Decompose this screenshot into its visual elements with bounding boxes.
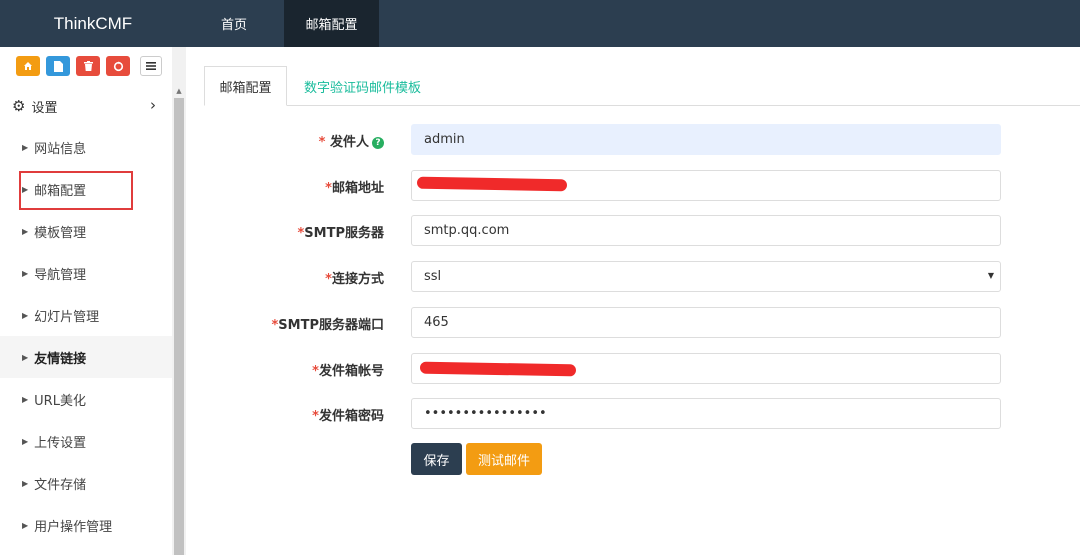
connection-label: *连接方式 xyxy=(325,272,384,287)
chevron-right-icon: › xyxy=(150,96,156,114)
home-icon[interactable] xyxy=(16,56,40,76)
sidebar-item-slides[interactable]: ▶ 幻灯片管理 xyxy=(0,294,172,336)
sidebar-item-upload[interactable]: ▶ 上传设置 xyxy=(0,420,172,462)
highlight-annotation xyxy=(19,171,133,210)
smtp-port-label: *SMTP服务器端口 xyxy=(271,318,384,333)
scroll-up-arrow-icon[interactable]: ▲ xyxy=(174,86,184,96)
tab-email-config[interactable]: 邮箱配置 xyxy=(204,66,287,106)
smtp-port-input[interactable]: 465 xyxy=(411,307,1001,338)
password-input[interactable]: •••••••••••••••• xyxy=(411,398,1001,429)
test-email-button[interactable]: 测试邮件 xyxy=(466,443,542,475)
email-address-label: *邮箱地址 xyxy=(325,181,384,196)
sidebar-item-navigation[interactable]: ▶ 导航管理 xyxy=(0,252,172,294)
sidebar-item-user-actions[interactable]: ▶ 用户操作管理 xyxy=(0,504,172,546)
sender-input[interactable]: admin xyxy=(411,124,1001,155)
sidebar-scrollbar-thumb[interactable] xyxy=(174,98,184,555)
sidebar-section-settings[interactable]: ⚙ 设置 › xyxy=(0,86,172,126)
smtp-server-label: *SMTP服务器 xyxy=(297,226,384,241)
top-navbar: ThinkCMF 首页 邮箱配置 xyxy=(0,0,1080,47)
sidebar-item-storage[interactable]: ▶ 文件存储 xyxy=(0,462,172,504)
sidebar-item-label: 幻灯片管理 xyxy=(34,309,100,325)
tab-bar: 邮箱配置 数字验证码邮件模板 xyxy=(204,66,1080,106)
sidebar-item-label: 上传设置 xyxy=(34,435,87,451)
caret-right-icon: ▶ xyxy=(22,478,29,488)
nav-email-config[interactable]: 邮箱配置 xyxy=(284,0,379,47)
sidebar-item-site-info[interactable]: ▶ 网站信息 xyxy=(0,126,172,168)
sidebar-item-label: 文件存储 xyxy=(34,477,87,493)
recycle-icon[interactable] xyxy=(106,56,130,76)
caret-right-icon: ▶ xyxy=(22,352,29,362)
smtp-server-input[interactable]: smtp.qq.com xyxy=(411,215,1001,246)
nav-home[interactable]: 首页 xyxy=(208,0,260,47)
sidebar-item-label: 友情链接 xyxy=(34,351,87,367)
save-button[interactable]: 保存 xyxy=(411,443,462,475)
sidebar-item-label: 导航管理 xyxy=(34,267,87,283)
sidebar-item-label: 网站信息 xyxy=(34,141,87,157)
dropdown-caret-icon: ▼ xyxy=(987,271,994,280)
sidebar-item-url[interactable]: ▶ URL美化 xyxy=(0,378,172,420)
list-icon[interactable] xyxy=(140,56,162,76)
sender-label: * 发件人? xyxy=(319,131,384,150)
connection-select[interactable]: ssl ▼ xyxy=(411,261,1001,292)
sidebar-item-template[interactable]: ▶ 模板管理 xyxy=(0,210,172,252)
tab-code-template[interactable]: 数字验证码邮件模板 xyxy=(304,66,421,106)
trash-icon[interactable] xyxy=(76,56,100,76)
file-icon[interactable] xyxy=(46,56,70,76)
password-label: *发件箱密码 xyxy=(312,409,384,424)
account-label: *发件箱帐号 xyxy=(312,364,384,379)
sidebar-item-label: 用户操作管理 xyxy=(34,519,113,535)
caret-right-icon: ▶ xyxy=(22,394,29,404)
caret-right-icon: ▶ xyxy=(22,310,29,320)
shortcut-toolbar xyxy=(16,56,162,78)
gears-icon: ⚙ xyxy=(12,97,26,115)
caret-right-icon: ▶ xyxy=(22,268,29,278)
brand-logo[interactable]: ThinkCMF xyxy=(0,0,186,47)
caret-right-icon: ▶ xyxy=(22,142,29,152)
help-icon[interactable]: ? xyxy=(372,137,384,149)
sidebar-item-links[interactable]: ▶ 友情链接 xyxy=(0,336,172,378)
caret-right-icon: ▶ xyxy=(22,436,29,446)
sidebar-item-label: 模板管理 xyxy=(34,225,87,241)
sidebar-item-label: URL美化 xyxy=(34,393,86,409)
caret-right-icon: ▶ xyxy=(22,226,29,236)
caret-right-icon: ▶ xyxy=(22,520,29,530)
sidebar-section-label: 设置 xyxy=(31,100,58,116)
